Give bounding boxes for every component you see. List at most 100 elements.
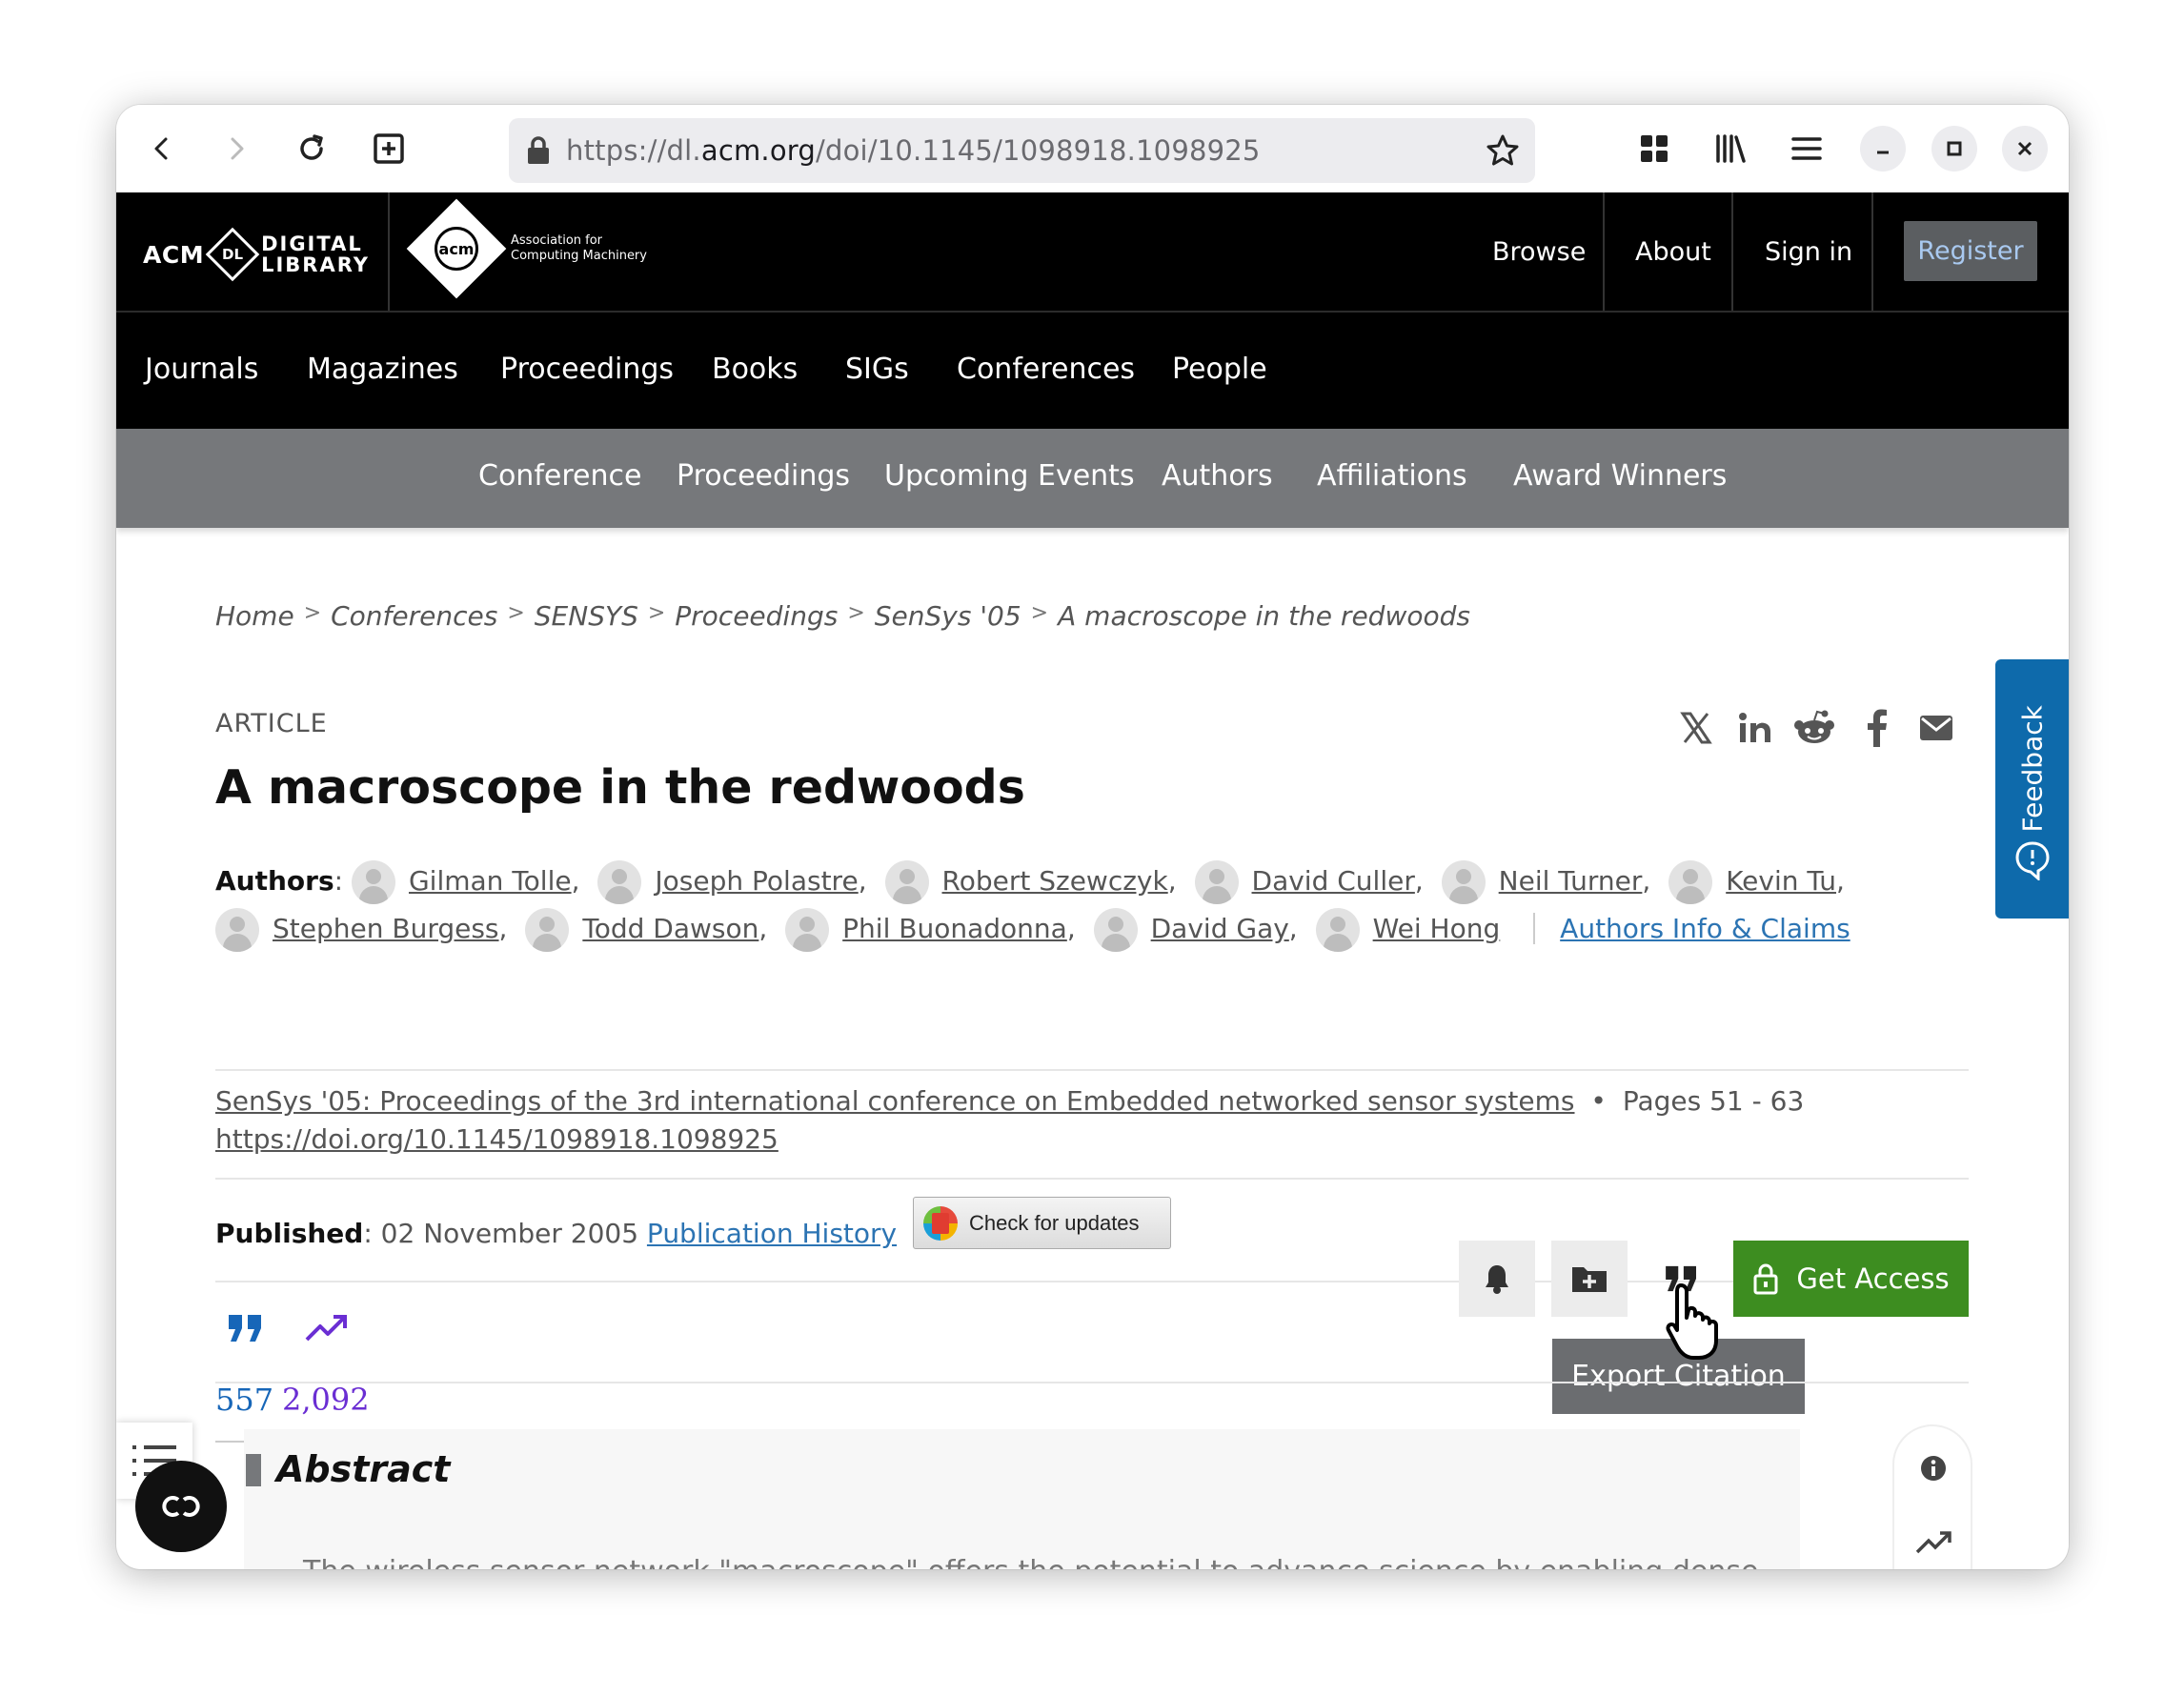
- header-separator: [1731, 192, 1733, 311]
- breadcrumb-home[interactable]: Home: [215, 600, 294, 632]
- browser-window: https://dl.acm.org/doi/10.1145/1098918.1…: [116, 105, 2069, 1569]
- authors-label: Authors: [215, 865, 334, 897]
- reload-icon[interactable]: [291, 128, 333, 170]
- author-link[interactable]: Stephen Burgess,: [215, 905, 507, 953]
- abstract-section: [244, 1429, 1800, 1569]
- subnav-affiliations[interactable]: Affiliations: [1317, 459, 1467, 493]
- nav-sigs[interactable]: SIGs: [845, 353, 909, 386]
- author-link[interactable]: Robert Szewczyk,: [884, 858, 1177, 905]
- avatar: [351, 860, 395, 904]
- forward-icon[interactable]: [215, 128, 257, 170]
- library-icon[interactable]: [1709, 128, 1751, 170]
- trend-icon[interactable]: [1915, 1529, 1953, 1560]
- nav-people[interactable]: People: [1172, 353, 1267, 386]
- cc-button[interactable]: [135, 1461, 227, 1552]
- nav-magazines[interactable]: Magazines: [307, 353, 458, 386]
- browser-toolbar: https://dl.acm.org/doi/10.1145/1098918.1…: [116, 105, 2069, 192]
- subnav-conference[interactable]: Conference: [478, 459, 641, 493]
- citation-quote-icon[interactable]: [227, 1313, 265, 1347]
- breadcrumb-proceedings[interactable]: Proceedings: [675, 600, 838, 632]
- author-link[interactable]: Neil Turner,: [1441, 858, 1650, 905]
- new-tab-icon[interactable]: [368, 128, 410, 170]
- subnav-authors[interactable]: Authors: [1162, 459, 1273, 493]
- avatar: [1668, 860, 1713, 904]
- sign-in-link[interactable]: Sign in: [1765, 192, 1852, 311]
- published-date: : 02 November 2005: [363, 1218, 647, 1249]
- citation-count: 557: [215, 1382, 274, 1418]
- info-icon[interactable]: [1920, 1455, 1947, 1485]
- back-icon[interactable]: [141, 128, 183, 170]
- closed-caption-icon: [162, 1496, 200, 1517]
- x-twitter-icon[interactable]: [1675, 707, 1717, 749]
- subnav-upcoming-events[interactable]: Upcoming Events: [884, 459, 1135, 493]
- feedback-tab[interactable]: Feedback: [1995, 659, 2069, 919]
- author-link[interactable]: Joseph Polastre,: [597, 858, 867, 905]
- dl-logo-words: DIGITAL LIBRARY: [261, 232, 370, 276]
- acm-dl-logo[interactable]: ACM DL DIGITAL LIBRARY: [143, 227, 370, 282]
- doi-link[interactable]: https://doi.org/10.1145/1098918.1098925: [215, 1123, 779, 1155]
- proceedings-link[interactable]: SenSys '05: Proceedings of the 3rd inter…: [215, 1085, 1575, 1117]
- downloads-trend-icon[interactable]: [305, 1313, 349, 1347]
- author-link[interactable]: Kevin Tu,: [1668, 858, 1845, 905]
- abstract-text: The wireless sensor network "macroscope"…: [303, 1555, 1758, 1569]
- reddit-icon[interactable]: [1793, 707, 1835, 749]
- acm-logo[interactable]: acm Association for Computing Machinery: [406, 198, 647, 299]
- abstract-marker: [246, 1454, 261, 1486]
- facebook-icon[interactable]: [1856, 707, 1898, 749]
- alert-button[interactable]: [1459, 1241, 1535, 1317]
- breadcrumb-conferences[interactable]: Conferences: [331, 600, 497, 632]
- nav-proceedings[interactable]: Proceedings: [500, 353, 674, 386]
- nav-journals[interactable]: Journals: [145, 353, 258, 386]
- author-link[interactable]: Gilman Tolle,: [351, 858, 580, 905]
- get-access-label: Get Access: [1796, 1262, 1950, 1295]
- lock-icon: [524, 135, 553, 170]
- avatar: [1093, 908, 1138, 952]
- hand-cursor-icon: [1664, 1282, 1732, 1365]
- subnav-award-winners[interactable]: Award Winners: [1513, 459, 1727, 493]
- menu-icon[interactable]: [1786, 128, 1828, 170]
- author-link[interactable]: Todd Dawson,: [525, 905, 767, 953]
- breadcrumb-sensys-05[interactable]: SenSys '05: [875, 600, 1021, 632]
- check-for-updates-button[interactable]: Check for updates: [913, 1197, 1171, 1249]
- avatar: [597, 860, 642, 904]
- check-for-updates-label: Check for updates: [969, 1210, 1140, 1235]
- authors-info-claims-link[interactable]: Authors Info & Claims: [1533, 913, 1850, 944]
- divider: [215, 1382, 1969, 1383]
- proceedings-info: SenSys '05: Proceedings of the 3rd inter…: [215, 1085, 1805, 1155]
- get-access-button[interactable]: Get Access: [1733, 1241, 1969, 1317]
- extensions-grid-icon[interactable]: [1633, 128, 1675, 170]
- author-link[interactable]: David Gay,: [1093, 905, 1298, 953]
- avatar: [525, 908, 570, 952]
- minimize-icon[interactable]: [1860, 126, 1906, 172]
- site-header: ACM DL DIGITAL LIBRARY acm Association f…: [116, 192, 2069, 311]
- avatar: [785, 908, 830, 952]
- add-to-binder-button[interactable]: [1551, 1241, 1628, 1317]
- breadcrumb-sensys[interactable]: SENSYS: [535, 600, 638, 632]
- author-link[interactable]: Wei Hong: [1315, 905, 1500, 953]
- browse-link[interactable]: Browse: [1492, 192, 1586, 311]
- published-label: Published: [215, 1218, 364, 1249]
- publication-history-link[interactable]: Publication History: [647, 1218, 897, 1249]
- about-link[interactable]: About: [1635, 192, 1711, 311]
- linkedin-icon[interactable]: [1734, 707, 1776, 749]
- subnav-proceedings[interactable]: Proceedings: [677, 459, 850, 493]
- article-type: ARTICLE: [215, 709, 328, 738]
- pages: Pages 51 - 63: [1622, 1085, 1805, 1117]
- maximize-icon[interactable]: [1931, 126, 1977, 172]
- acm-diamond-icon: acm: [406, 198, 507, 299]
- address-bar[interactable]: https://dl.acm.org/doi/10.1145/1098918.1…: [509, 118, 1535, 183]
- feedback-label: Feedback: [2016, 705, 2049, 833]
- bookmark-star-icon[interactable]: [1486, 133, 1520, 172]
- register-button[interactable]: Register: [1904, 221, 2037, 281]
- acm-logo-text: Association for Computing Machinery: [511, 233, 647, 263]
- close-icon[interactable]: [2002, 126, 2048, 172]
- dl-logo-acm: ACM: [143, 240, 205, 269]
- author-link[interactable]: Phil Buonadonna,: [785, 905, 1076, 953]
- folder-add-icon: [1572, 1267, 1607, 1292]
- nav-conferences[interactable]: Conferences: [957, 353, 1135, 386]
- lock-icon: [1753, 1263, 1778, 1295]
- avatar: [1194, 860, 1239, 904]
- email-icon[interactable]: [1915, 707, 1957, 749]
- author-link[interactable]: David Culler,: [1194, 858, 1424, 905]
- nav-books[interactable]: Books: [712, 353, 798, 386]
